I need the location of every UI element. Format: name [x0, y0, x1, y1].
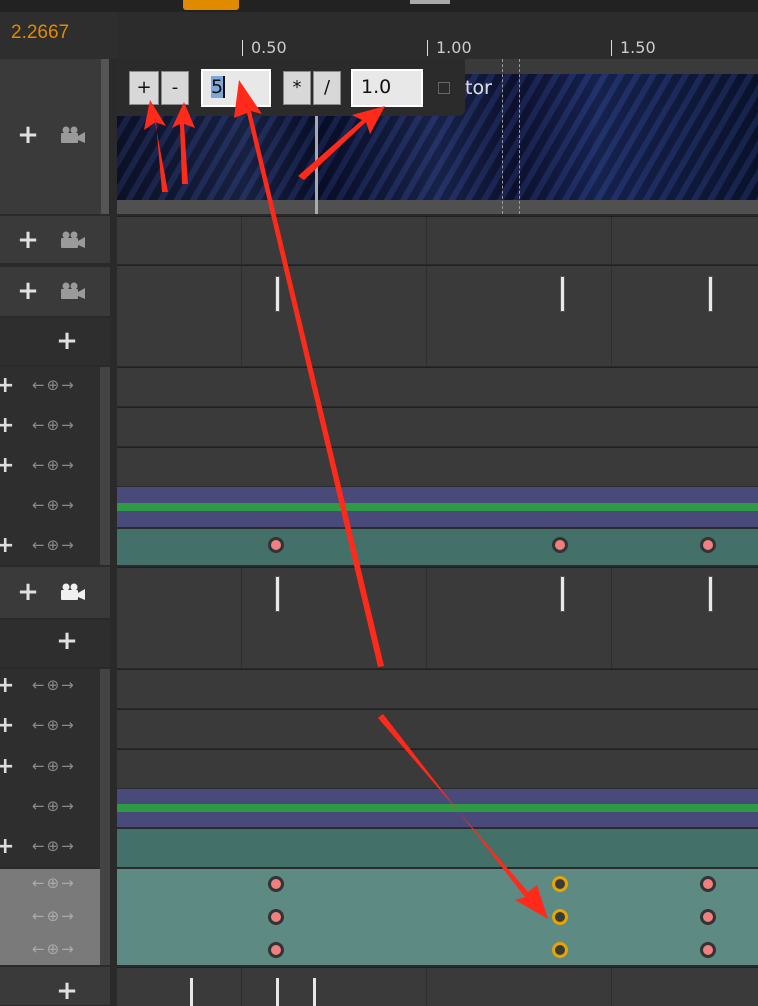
- toolbar-button[interactable]: [410, 0, 450, 4]
- plus-icon[interactable]: +: [0, 713, 14, 738]
- arrow-controls[interactable]: ←⊕→: [32, 676, 76, 694]
- amount-value: 5: [211, 76, 224, 98]
- plus-icon[interactable]: +: [0, 754, 14, 779]
- amount-input[interactable]: 5: [201, 69, 271, 107]
- property-row-control: ←⊕→: [0, 794, 100, 820]
- property-row-control: + ←⊕→: [0, 673, 100, 699]
- arrow-controls[interactable]: ←⊕→: [32, 874, 76, 892]
- property-track[interactable]: [117, 447, 758, 486]
- property-row-control: ←⊕→: [0, 904, 100, 930]
- keyframe-marker[interactable]: [708, 576, 713, 612]
- plus-icon[interactable]: +: [0, 834, 14, 859]
- range-track[interactable]: [117, 789, 758, 827]
- plus-icon[interactable]: +: [0, 373, 14, 398]
- record-button[interactable]: [183, 0, 239, 10]
- range-track[interactable]: [117, 487, 758, 527]
- arrow-controls[interactable]: ←⊕→: [32, 376, 76, 394]
- camera-track-row-2[interactable]: [117, 216, 758, 264]
- property-row-control: + ←⊕→: [0, 533, 100, 559]
- plus-icon[interactable]: +: [54, 328, 80, 354]
- arrow-controls[interactable]: ←⊕→: [32, 907, 76, 925]
- popup-close-icon[interactable]: [438, 82, 450, 94]
- property-track[interactable]: [117, 367, 758, 406]
- property-track[interactable]: [117, 749, 758, 788]
- time-ruler[interactable]: 0.50 1.00 1.50: [117, 12, 758, 59]
- property-track[interactable]: [117, 669, 758, 708]
- camera-icon[interactable]: [60, 126, 86, 144]
- keyframe-selected[interactable]: [552, 909, 568, 925]
- factor-input[interactable]: 1.0: [351, 69, 423, 107]
- increase-button[interactable]: +: [129, 71, 159, 105]
- property-row-control: ←⊕→: [0, 493, 100, 519]
- property-row-control: + ←⊕→: [0, 373, 100, 399]
- property-row-control: ←⊕→: [0, 937, 100, 963]
- keyframe-marker[interactable]: [560, 576, 565, 612]
- divide-button[interactable]: /: [313, 71, 341, 105]
- keyframe[interactable]: [700, 909, 716, 925]
- property-scrollbar[interactable]: [100, 669, 110, 965]
- ruler-tick-label: 1.00: [436, 38, 472, 57]
- keyframe-track[interactable]: [117, 529, 758, 565]
- property-row-control: + ←⊕→: [0, 834, 100, 860]
- keyframe-marker[interactable]: [275, 576, 280, 612]
- property-row-control: + ←⊕→: [0, 413, 100, 439]
- property-row-control: + ←⊕→: [0, 453, 100, 479]
- plus-icon[interactable]: +: [0, 673, 14, 698]
- arrow-controls[interactable]: ←⊕→: [32, 837, 76, 855]
- keyframe[interactable]: [552, 537, 568, 553]
- property-row-control: + ←⊕→: [0, 713, 100, 739]
- keyframe-track[interactable]: [117, 829, 758, 867]
- keyframe[interactable]: [268, 876, 284, 892]
- camera-icon[interactable]: [60, 231, 86, 249]
- property-row-control: ←⊕→: [0, 871, 100, 897]
- arrow-controls[interactable]: ←⊕→: [32, 496, 76, 514]
- plus-icon[interactable]: +: [0, 453, 14, 478]
- ruler-tick-label: 0.50: [251, 38, 287, 57]
- arrow-controls[interactable]: ←⊕→: [32, 940, 76, 958]
- keyframe-selected[interactable]: [552, 942, 568, 958]
- property-track[interactable]: [117, 709, 758, 748]
- keyframe[interactable]: [268, 537, 284, 553]
- keyframe[interactable]: [700, 942, 716, 958]
- selected-keyframe-track[interactable]: [117, 869, 758, 965]
- plus-icon[interactable]: +: [15, 122, 41, 148]
- plus-icon[interactable]: +: [15, 278, 41, 304]
- arrow-controls[interactable]: ←⊕→: [32, 716, 76, 734]
- arrow-controls[interactable]: ←⊕→: [32, 536, 76, 554]
- plus-icon[interactable]: +: [15, 227, 41, 253]
- camera-track-row-4[interactable]: [117, 567, 758, 668]
- plus-icon[interactable]: +: [0, 413, 14, 438]
- arrow-controls[interactable]: ←⊕→: [32, 456, 76, 474]
- keyframe[interactable]: [268, 942, 284, 958]
- keyframe[interactable]: [268, 909, 284, 925]
- keyframe-selected[interactable]: [552, 876, 568, 892]
- keyframe-marker[interactable]: [275, 276, 280, 312]
- top-toolbar: [0, 0, 758, 12]
- property-scrollbar[interactable]: [100, 367, 110, 565]
- plus-icon[interactable]: +: [0, 533, 14, 558]
- property-track[interactable]: [117, 407, 758, 446]
- popup-background-label: tor: [465, 77, 492, 99]
- plus-icon[interactable]: +: [54, 628, 80, 654]
- plus-icon[interactable]: +: [54, 978, 80, 1004]
- arrow-controls[interactable]: ←⊕→: [32, 757, 76, 775]
- multiply-button[interactable]: *: [283, 71, 311, 105]
- arrow-controls[interactable]: ←⊕→: [32, 416, 76, 434]
- plus-icon[interactable]: +: [15, 579, 41, 605]
- property-row-control: + ←⊕→: [0, 754, 100, 780]
- arrow-controls[interactable]: ←⊕→: [32, 797, 76, 815]
- camera-icon[interactable]: [60, 282, 86, 300]
- bottom-track-row[interactable]: [117, 967, 758, 1006]
- keyframe[interactable]: [700, 876, 716, 892]
- decrease-button[interactable]: -: [161, 71, 189, 105]
- current-time-value: 2.2667: [11, 22, 70, 43]
- keyframe-marker[interactable]: [560, 276, 565, 312]
- ruler-tick-label: 1.50: [620, 38, 656, 57]
- keyframe[interactable]: [700, 537, 716, 553]
- keyframe-marker[interactable]: [708, 276, 713, 312]
- camera-track-row-3[interactable]: [117, 265, 758, 366]
- camera-icon[interactable]: [60, 583, 86, 601]
